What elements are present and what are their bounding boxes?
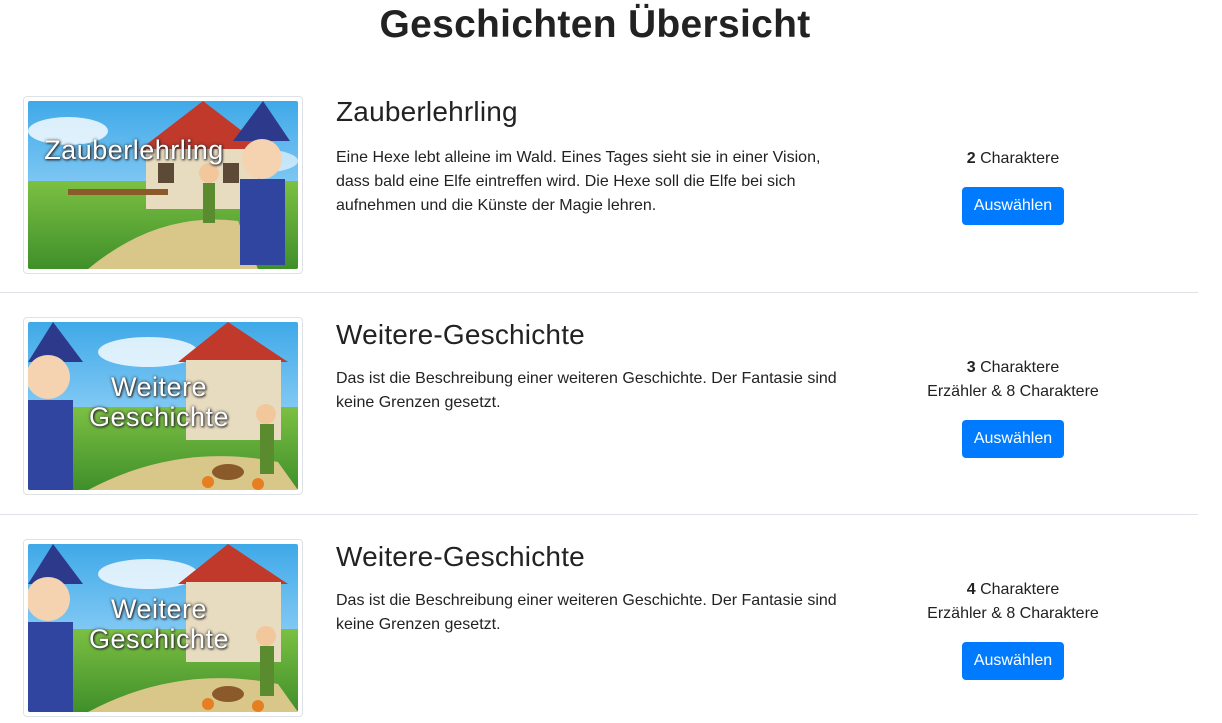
story-description: Das ist die Beschreibung einer weiteren …: [336, 592, 837, 633]
story-thumbnail[interactable]: Weitere Geschichte: [23, 539, 303, 717]
story-card: Weitere Geschichte Weitere-Geschichte Da…: [0, 514, 1198, 723]
character-info: 3 Charaktere Erzähler & 8 Charaktere: [913, 356, 1113, 404]
character-label: Charaktere: [980, 581, 1060, 598]
story-description: Das ist die Beschreibung einer weiteren …: [336, 370, 837, 411]
story-title: Zauberlehrling: [336, 96, 518, 127]
thumbnail-caption: Zauberlehrling: [44, 135, 224, 165]
story-card: Weitere Geschichte Weitere-Geschichte Da…: [0, 292, 1198, 515]
story-card: Zauberlehrling Zauberlehrling Eine Hexe …: [0, 0, 1198, 293]
story-thumbnail[interactable]: Zauberlehrling: [23, 96, 303, 274]
character-count: 2: [966, 150, 976, 167]
narrator-info: Erzähler & 8 Charaktere: [927, 383, 1099, 400]
thumbnail-caption: Weitere Geschichte: [74, 594, 244, 654]
thumbnail-caption-line: Weitere: [110, 594, 208, 624]
select-button[interactable]: Auswählen: [962, 420, 1064, 458]
thumbnail-caption-line: Geschichte: [88, 624, 230, 654]
character-label: Charaktere: [980, 359, 1060, 376]
character-info: 2 Charaktere: [913, 147, 1113, 171]
thumbnail-caption-line: Geschichte: [88, 402, 230, 432]
character-count: 4: [966, 581, 976, 598]
character-label: Charaktere: [980, 150, 1060, 167]
story-description: Eine Hexe lebt alleine im Wald. Eines Ta…: [336, 149, 821, 214]
thumbnail-caption-line: Weitere: [110, 372, 208, 402]
character-count: 3: [966, 359, 976, 376]
story-title: Weitere-Geschichte: [336, 319, 585, 350]
story-title: Weitere-Geschichte: [336, 541, 585, 572]
story-thumbnail[interactable]: Weitere Geschichte: [23, 317, 303, 495]
narrator-info: Erzähler & 8 Charaktere: [927, 605, 1099, 622]
thumbnail-caption: Weitere Geschichte: [74, 372, 244, 432]
select-button[interactable]: Auswählen: [962, 642, 1064, 680]
story-image: [28, 101, 298, 269]
character-info: 4 Charaktere Erzähler & 8 Charaktere: [913, 578, 1113, 626]
select-button[interactable]: Auswählen: [962, 187, 1064, 225]
